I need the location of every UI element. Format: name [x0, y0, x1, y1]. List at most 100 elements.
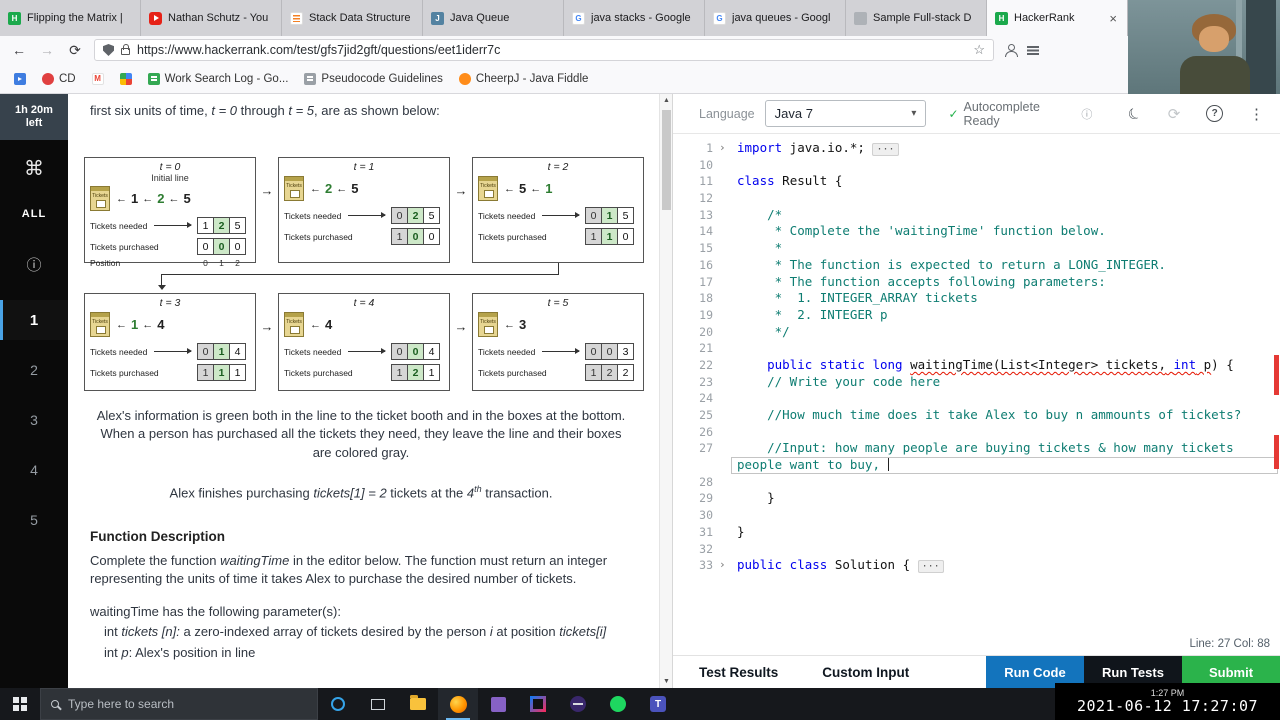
- problem-scrollbar[interactable]: ▲ ▼: [659, 94, 672, 688]
- code-line[interactable]: 12: [673, 190, 1280, 207]
- code-line[interactable]: 20 */: [673, 324, 1280, 341]
- forward-button[interactable]: →: [38, 42, 56, 58]
- code-line[interactable]: 22 public static long waitingTime(List<I…: [673, 357, 1280, 374]
- code-line[interactable]: 24: [673, 390, 1280, 407]
- code-line[interactable]: 19 * 2. INTEGER p: [673, 307, 1280, 324]
- url-text[interactable]: https://www.hackerrank.com/test/gfs7jid2…: [137, 43, 966, 57]
- code-line[interactable]: 1 › import java.io.*; ···: [673, 140, 1280, 157]
- code-line[interactable]: 21: [673, 340, 1280, 357]
- fold-chevron-icon[interactable]: ›: [719, 557, 726, 574]
- bookmark-item[interactable]: CheerpJ - Java Fiddle: [458, 72, 588, 85]
- account-icon[interactable]: [1004, 43, 1018, 57]
- code-line[interactable]: 18 * 1. INTEGER_ARRAY tickets: [673, 290, 1280, 307]
- browser-tab[interactable]: java queues - Googl: [705, 0, 846, 36]
- scroll-up-icon[interactable]: ▲: [660, 97, 672, 104]
- bookmark-item[interactable]: Work Search Log - Go...: [147, 72, 288, 85]
- taskbar-vscode[interactable]: [478, 688, 518, 720]
- taskbar-spotify[interactable]: [598, 688, 638, 720]
- tab-title: java stacks - Google: [591, 12, 691, 24]
- taskbar-eclipse[interactable]: [558, 688, 598, 720]
- taskbar-taskview[interactable]: [358, 688, 398, 720]
- command-icon[interactable]: ⌘: [0, 156, 68, 181]
- autocomplete-label: Autocomplete Ready: [963, 99, 1040, 128]
- fold-chevron-icon[interactable]: ›: [719, 140, 726, 157]
- question-3[interactable]: 3: [0, 400, 68, 440]
- code-line[interactable]: 16 * The function is expected to return …: [673, 257, 1280, 274]
- taskbar-intellij[interactable]: [518, 688, 558, 720]
- ticket-cell: 1: [391, 228, 408, 245]
- code-line[interactable]: 15 *: [673, 240, 1280, 257]
- reload-button[interactable]: ⟳: [66, 42, 84, 59]
- reset-code-icon[interactable]: ⟳: [1168, 105, 1181, 123]
- bookmark-item[interactable]: Pseudocode Guidelines: [304, 72, 443, 85]
- code-line[interactable]: 33 › public class Solution { ···: [673, 557, 1280, 574]
- dark-mode-icon[interactable]: ☾: [1125, 102, 1145, 124]
- browser-tab[interactable]: Sample Full-stack D: [846, 0, 987, 36]
- tab-test-results[interactable]: Test Results: [699, 665, 778, 680]
- bookmark-item[interactable]: [119, 72, 132, 85]
- code-line[interactable]: 32: [673, 541, 1280, 558]
- url-bar[interactable]: https://www.hackerrank.com/test/gfs7jid2…: [94, 39, 994, 61]
- question-2[interactable]: 2: [0, 350, 68, 390]
- code-area[interactable]: 1 › import java.io.*; ··· 10 11 class Result …: [673, 135, 1280, 635]
- bookmark-item[interactable]: [91, 72, 104, 85]
- ticket-cell: 1: [585, 228, 602, 245]
- browser-tab[interactable]: HackerRank ×: [987, 0, 1128, 36]
- code-line[interactable]: 30: [673, 507, 1280, 524]
- code-line[interactable]: 31}: [673, 524, 1280, 541]
- tab-close-icon[interactable]: ×: [1107, 11, 1119, 26]
- code-line[interactable]: 13 /*: [673, 207, 1280, 224]
- browser-tab[interactable]: Java Queue: [423, 0, 564, 36]
- back-button[interactable]: ←: [10, 42, 28, 58]
- scroll-down-icon[interactable]: ▼: [660, 678, 672, 685]
- help-icon[interactable]: ?: [1206, 105, 1224, 122]
- code-line[interactable]: people want to buy,: [673, 457, 1280, 474]
- start-button[interactable]: [0, 688, 40, 720]
- bookmark-item[interactable]: [14, 72, 26, 85]
- ticket-cell: 4: [229, 343, 246, 360]
- browser-tab[interactable]: Stack Data Structure: [282, 0, 423, 36]
- code-line[interactable]: 28: [673, 474, 1280, 491]
- taskbar-search[interactable]: Type here to search: [40, 688, 318, 720]
- ticket-cell: 1: [213, 343, 230, 360]
- taskbar-teams[interactable]: [638, 688, 678, 720]
- bookmark-item[interactable]: CD: [42, 72, 76, 85]
- info-icon[interactable]: ⓘ: [0, 254, 68, 275]
- code-line[interactable]: 14 * Complete the 'waitingTime' function…: [673, 223, 1280, 240]
- cheerpj-icon: [458, 72, 471, 85]
- code-line[interactable]: 29 }: [673, 490, 1280, 507]
- timer-line1: 1h 20m: [15, 104, 53, 116]
- scrollbar-thumb[interactable]: [662, 110, 671, 210]
- code-line[interactable]: 27 //Input: how many people are buying t…: [673, 440, 1280, 457]
- browser-tab[interactable]: Flipping the Matrix |: [0, 0, 141, 36]
- taskbar-explorer[interactable]: [398, 688, 438, 720]
- question-5[interactable]: 5: [0, 500, 68, 540]
- code-line[interactable]: 26: [673, 424, 1280, 441]
- code-line[interactable]: 10: [673, 157, 1280, 174]
- menu-icon[interactable]: [1027, 45, 1039, 55]
- code-line[interactable]: 11 class Result {: [673, 173, 1280, 190]
- code-line[interactable]: 17 * The function accepts following para…: [673, 274, 1280, 291]
- question-4[interactable]: 4: [0, 450, 68, 490]
- code-text: * 1. INTEGER_ARRAY tickets: [737, 290, 978, 307]
- code-line[interactable]: 25 //How much time does it take Alex to …: [673, 407, 1280, 424]
- browser-tab[interactable]: java stacks - Google: [564, 0, 705, 36]
- all-questions-button[interactable]: ALL: [0, 208, 68, 220]
- question-1[interactable]: 1: [0, 300, 68, 340]
- autocomplete-info-icon[interactable]: ⓘ: [1081, 106, 1092, 122]
- taskbar-cortana[interactable]: [318, 688, 358, 720]
- line-number: 31: [699, 524, 713, 539]
- code-line[interactable]: 23 // Write your code here: [673, 374, 1280, 391]
- code-token: import: [737, 140, 783, 155]
- language-select[interactable]: Java 7 ▾: [764, 100, 927, 127]
- tab-custom-input[interactable]: Custom Input: [822, 665, 909, 680]
- bookmark-star-icon[interactable]: ☆: [973, 42, 985, 58]
- code-text: //Input: how many people are buying tick…: [737, 440, 1234, 457]
- tracking-shield-icon[interactable]: [103, 44, 114, 56]
- code-token: * 2. INTEGER p: [737, 306, 888, 322]
- function-description-heading: Function Description: [90, 528, 225, 544]
- kebab-menu-icon[interactable]: ⋮: [1249, 105, 1264, 123]
- taskbar-firefox[interactable]: [438, 688, 478, 720]
- browser-tab[interactable]: Nathan Schutz - You: [141, 0, 282, 36]
- line-number: 19: [699, 307, 713, 322]
